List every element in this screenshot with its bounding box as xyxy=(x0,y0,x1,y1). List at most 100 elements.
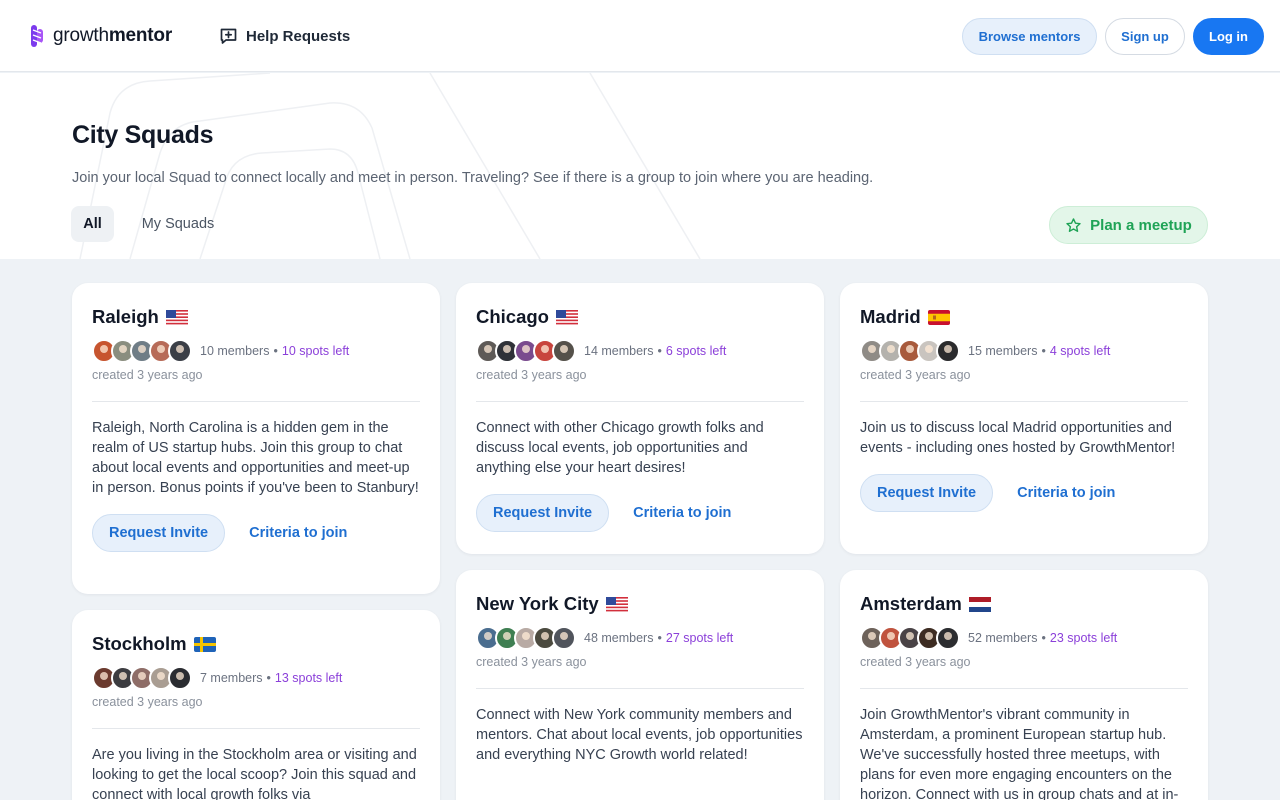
divider xyxy=(860,401,1188,402)
spots-left: 23 spots left xyxy=(1049,631,1118,645)
squad-title: Stockholm xyxy=(92,631,420,657)
request-invite-button[interactable]: Request Invite xyxy=(476,494,610,532)
log-in-button[interactable]: Log in xyxy=(1193,18,1264,55)
squad-title: Raleigh xyxy=(92,304,420,330)
avatar xyxy=(936,626,960,650)
us-flag-icon xyxy=(555,309,578,325)
squad-title: New York City xyxy=(476,591,804,617)
criteria-to-join-link[interactable]: Criteria to join xyxy=(249,525,347,541)
created-date: created 3 years ago xyxy=(860,655,971,669)
squad-meta: 48 members • 27 spots left xyxy=(476,626,804,650)
squad-title: Amsterdam xyxy=(860,591,1188,617)
separator-dot: • xyxy=(657,631,662,645)
squad-card-amsterdam: Amsterdam 52 members • 23 spots left cre… xyxy=(840,570,1208,800)
star-icon xyxy=(1066,217,1081,232)
squad-description: Join GrowthMentor's vibrant community in… xyxy=(860,707,1179,800)
member-avatars[interactable] xyxy=(476,339,576,363)
sign-up-button[interactable]: Sign up xyxy=(1105,18,1185,55)
avatar xyxy=(552,626,576,650)
squad-description: Connect with New York community members … xyxy=(476,707,803,763)
request-invite-button[interactable]: Request Invite xyxy=(92,514,226,552)
squad-card-new-york-city: New York City 48 members • 27 spots left… xyxy=(456,570,824,800)
top-nav: growthmentor Help Requests Browse mentor… xyxy=(0,0,1280,72)
squad-title: Chicago xyxy=(476,304,804,330)
squad-meta: 14 members • 6 spots left xyxy=(476,339,804,363)
spots-left: 4 spots left xyxy=(1049,344,1111,358)
member-count: 7 members xyxy=(200,671,263,685)
logo-text: growthmentor xyxy=(53,25,173,46)
help-requests-label: Help Requests xyxy=(246,27,351,45)
city-name: Chicago xyxy=(476,306,549,327)
city-name: Raleigh xyxy=(92,306,159,327)
member-count: 15 members xyxy=(968,344,1038,358)
card-actions: Request Invite Criteria to join xyxy=(476,494,804,532)
avatar xyxy=(936,339,960,363)
divider xyxy=(476,688,804,689)
criteria-to-join-link[interactable]: Criteria to join xyxy=(1017,485,1115,501)
tab-my-squads[interactable]: My Squads xyxy=(128,206,228,242)
squad-description: Join us to discuss local Madrid opportun… xyxy=(860,420,1176,456)
squad-meta: 10 members • 10 spots left xyxy=(92,339,420,363)
separator-dot: • xyxy=(266,671,271,685)
member-count: 14 members xyxy=(584,344,654,358)
squad-card-madrid: Madrid 15 members • 4 spots left created… xyxy=(840,283,1208,554)
member-avatars[interactable] xyxy=(92,339,192,363)
us-flag-icon xyxy=(165,309,188,325)
page-title: City Squads xyxy=(72,121,214,149)
divider xyxy=(92,401,420,402)
squad-card-stockholm: Stockholm 7 members • 13 spots left crea… xyxy=(72,610,440,800)
created-date: created 3 years ago xyxy=(92,368,203,382)
plan-meetup-button[interactable]: Plan a meetup xyxy=(1049,206,1208,244)
help-requests-link[interactable]: Help Requests xyxy=(219,25,350,47)
divider xyxy=(860,688,1188,689)
city-name: Stockholm xyxy=(92,633,187,654)
spots-left: 13 spots left xyxy=(274,671,343,685)
created-date: created 3 years ago xyxy=(476,655,587,669)
card-actions: Request Invite Criteria to join xyxy=(92,514,420,552)
separator-dot: • xyxy=(657,344,662,358)
squad-title: Madrid xyxy=(860,304,1188,330)
member-avatars[interactable] xyxy=(92,666,192,690)
spots-left: 10 spots left xyxy=(281,344,350,358)
squad-meta: 7 members • 13 spots left xyxy=(92,666,420,690)
member-count: 10 members xyxy=(200,344,270,358)
created-date: created 3 years ago xyxy=(860,368,971,382)
divider xyxy=(92,728,420,729)
sweden-flag-icon xyxy=(193,636,216,652)
member-avatars[interactable] xyxy=(860,626,960,650)
member-count: 52 members xyxy=(968,631,1038,645)
chat-plus-icon xyxy=(220,28,237,44)
request-invite-button[interactable]: Request Invite xyxy=(860,474,994,512)
created-date: created 3 years ago xyxy=(476,368,587,382)
plan-meetup-label: Plan a meetup xyxy=(1090,216,1192,234)
divider xyxy=(476,401,804,402)
page-hero: City Squads Join your local Squad to con… xyxy=(0,73,1280,259)
separator-dot: • xyxy=(273,344,278,358)
separator-dot: • xyxy=(1041,344,1046,358)
page-subtitle: Join your local Squad to connect locally… xyxy=(72,170,874,186)
created-date: created 3 years ago xyxy=(92,695,203,709)
member-avatars[interactable] xyxy=(860,339,960,363)
city-name: Madrid xyxy=(860,306,921,327)
squad-card-raleigh: Raleigh 10 members • 10 spots left creat… xyxy=(72,283,440,594)
city-name: Amsterdam xyxy=(860,593,962,614)
spots-left: 6 spots left xyxy=(665,344,727,358)
avatar xyxy=(168,339,192,363)
squad-card-chicago: Chicago 14 members • 6 spots left create… xyxy=(456,283,824,554)
card-actions: Request Invite Criteria to join xyxy=(860,474,1188,512)
criteria-to-join-link[interactable]: Criteria to join xyxy=(633,505,731,521)
avatar xyxy=(168,666,192,690)
squad-meta: 15 members • 4 spots left xyxy=(860,339,1188,363)
avatar xyxy=(552,339,576,363)
spots-left: 27 spots left xyxy=(665,631,734,645)
growthmentor-logo[interactable]: growthmentor xyxy=(30,23,172,49)
browse-mentors-button[interactable]: Browse mentors xyxy=(962,18,1097,55)
squad-description: Are you living in the Stockholm area or … xyxy=(92,747,417,800)
tab-all[interactable]: All xyxy=(71,206,114,242)
logo-mark-icon xyxy=(31,25,43,47)
squad-description: Raleigh, North Carolina is a hidden gem … xyxy=(92,420,419,496)
city-name: New York City xyxy=(476,593,599,614)
netherlands-flag-icon xyxy=(968,596,991,612)
member-count: 48 members xyxy=(584,631,654,645)
member-avatars[interactable] xyxy=(476,626,576,650)
